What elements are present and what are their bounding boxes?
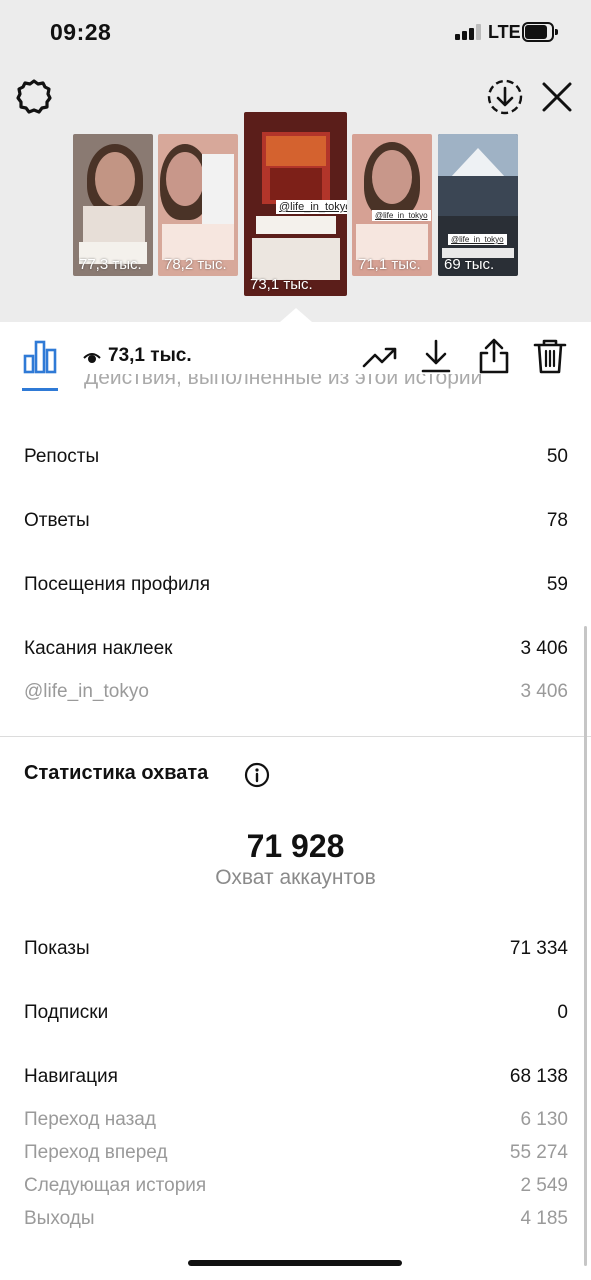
stat-value: 2 549 xyxy=(520,1175,568,1196)
story-thumbnail[interactable]: @life_in_tokyo 69 тыс. xyxy=(438,134,518,276)
battery-icon xyxy=(522,22,558,42)
stat-label: Выходы xyxy=(24,1208,95,1229)
insights-tab[interactable] xyxy=(22,338,58,376)
stat-label: Касания наклеек xyxy=(24,638,173,659)
status-bar: 09:28 LTE xyxy=(0,0,591,62)
accounts-reached-label: Охват аккаунтов xyxy=(215,866,376,889)
stat-label: Репосты xyxy=(24,446,100,467)
story-view-count: 78,2 тыс. xyxy=(164,256,227,273)
circle-download-icon xyxy=(487,79,523,115)
share-icon xyxy=(479,338,509,374)
stat-row-back: Переход назад 6 130 xyxy=(24,1109,568,1139)
selection-pointer xyxy=(280,308,312,322)
stat-row-profile-visits: Посещения профиля 59 xyxy=(24,574,568,604)
story-view-count: 77,3 тыс. xyxy=(79,256,142,273)
stat-value: 78 xyxy=(546,510,568,531)
trend-button[interactable] xyxy=(362,338,398,374)
stat-label: Посещения профиля xyxy=(24,574,210,595)
stat-row-reposts: Репосты 50 xyxy=(24,446,568,476)
save-story-button[interactable] xyxy=(484,76,526,118)
story-thumbnail-active[interactable]: @life_in_tokyo 73,1 тыс. xyxy=(244,112,347,296)
stat-value: 68 138 xyxy=(509,1066,568,1087)
trend-up-icon xyxy=(362,347,397,368)
settings-button[interactable] xyxy=(14,76,54,116)
trash-icon xyxy=(533,339,567,374)
stat-row-follows: Подписки 0 xyxy=(24,1002,568,1032)
views-count: 73,1 тыс. xyxy=(108,345,192,366)
network-type: LTE xyxy=(488,22,521,42)
stat-label: Переход вперед xyxy=(24,1142,168,1163)
bar-chart-icon xyxy=(23,340,57,374)
gear-icon xyxy=(16,79,52,114)
story-thumbnail[interactable]: 78,2 тыс. xyxy=(158,134,238,276)
stat-label: Показы xyxy=(24,938,90,959)
eye-icon xyxy=(83,353,101,363)
story-thumbnail[interactable]: @life_in_tokyo 71,1 тыс. xyxy=(352,134,432,276)
interactions-heading: Действия, выполненные из этой истории xyxy=(84,374,483,389)
stat-value: 4 185 xyxy=(520,1208,568,1229)
stat-label: Ответы xyxy=(24,510,90,531)
info-icon xyxy=(244,762,270,788)
download-icon xyxy=(421,339,451,373)
stat-value: 3 406 xyxy=(520,638,568,659)
stat-row-impressions: Показы 71 334 xyxy=(24,938,568,968)
story-thumbnail[interactable]: 77,3 тыс. xyxy=(73,134,153,276)
stat-row-sticker-mention: @life_in_tokyo 3 406 xyxy=(24,681,568,711)
share-button[interactable] xyxy=(476,338,512,374)
story-view-count: 69 тыс. xyxy=(444,256,495,273)
stat-row-sticker-taps: Касания наклеек 3 406 xyxy=(24,638,568,668)
story-view-count: 71,1 тыс. xyxy=(358,256,421,273)
insights-tab-indicator xyxy=(22,388,58,391)
reach-info-button[interactable] xyxy=(244,762,270,788)
stat-label: @life_in_tokyo xyxy=(24,681,149,702)
stat-row-exits: Выходы 4 185 xyxy=(24,1208,568,1238)
story-mention-sticker: @life_in_tokyo xyxy=(276,200,347,214)
stat-row-navigation: Навигация 68 138 xyxy=(24,1066,568,1096)
story-mention-sticker: @life_in_tokyo xyxy=(372,210,431,221)
status-time: 09:28 xyxy=(50,19,112,45)
stat-row-replies: Ответы 78 xyxy=(24,510,568,540)
stat-label: Навигация xyxy=(24,1066,118,1087)
stat-value: 55 274 xyxy=(509,1142,568,1163)
stat-value: 50 xyxy=(546,446,568,467)
home-indicator[interactable] xyxy=(188,1260,402,1266)
stat-label: Переход назад xyxy=(24,1109,156,1130)
stat-label: Следующая история xyxy=(24,1175,207,1196)
close-icon xyxy=(542,82,572,112)
stat-value: 59 xyxy=(546,574,568,595)
stat-value: 3 406 xyxy=(520,681,568,702)
download-button[interactable] xyxy=(418,338,454,374)
story-mention-sticker: @life_in_tokyo xyxy=(448,234,507,245)
stat-row-next-story: Следующая история 2 549 xyxy=(24,1175,568,1205)
reach-section-title: Статистика охвата xyxy=(24,762,209,784)
delete-button[interactable] xyxy=(532,338,568,374)
accounts-reached-count: 71 928 xyxy=(246,828,345,864)
stat-row-forward: Переход вперед 55 274 xyxy=(24,1142,568,1172)
story-view-count: 73,1 тыс. xyxy=(250,276,313,293)
stat-label: Подписки xyxy=(24,1002,109,1023)
stat-value: 6 130 xyxy=(520,1109,568,1130)
scrollbar[interactable] xyxy=(584,626,587,1266)
section-divider xyxy=(0,736,591,737)
stat-value: 71 334 xyxy=(509,938,568,959)
stat-value: 0 xyxy=(557,1002,568,1023)
signal-icon xyxy=(455,24,483,40)
story-carousel-area: 09:28 LTE 77,3 тыс. 78,2 тыс. @life_in_t… xyxy=(0,0,591,322)
close-button[interactable] xyxy=(538,78,576,116)
